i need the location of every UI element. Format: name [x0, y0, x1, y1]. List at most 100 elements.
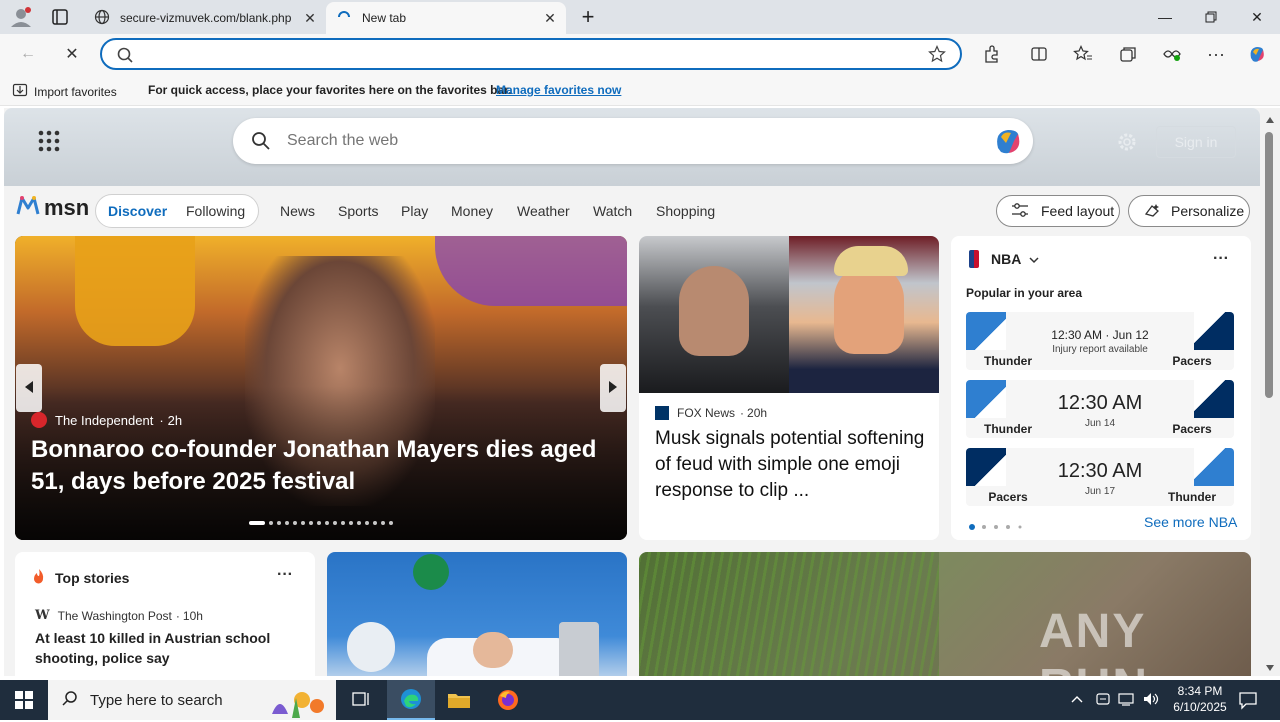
extensions-icon[interactable]	[975, 38, 1007, 70]
web-search-input[interactable]	[287, 130, 967, 152]
msn-page: Sign in msn Discover Following News Spor…	[4, 108, 1260, 676]
story-card-bedroom[interactable]	[327, 552, 627, 676]
story2-headline[interactable]: Musk signals potential softening of feud…	[655, 426, 931, 504]
back-icon[interactable]: ←	[12, 38, 44, 70]
edge-taskbar-icon[interactable]	[387, 680, 435, 720]
windows-start-icon[interactable]	[0, 680, 48, 720]
team-away: Thunder	[1168, 490, 1216, 504]
hero-headline[interactable]: Bonnaroo co-founder Jonathan Mayers dies…	[31, 434, 621, 498]
top-stories-title: Top stories	[55, 569, 130, 586]
thunder-logo-icon	[1194, 448, 1234, 486]
nba-game-2[interactable]: Thunder Pacers 12:30 AM Jun 14	[966, 380, 1234, 438]
favorites-icon[interactable]	[1067, 38, 1099, 70]
search-icon	[251, 131, 271, 154]
scroll-down-icon[interactable]	[1265, 660, 1275, 675]
msn-logo[interactable]: msn	[16, 194, 89, 221]
scrollbar-thumb[interactable]	[1265, 132, 1273, 398]
network-drive-icon[interactable]	[1096, 691, 1110, 710]
carousel-dots[interactable]	[269, 521, 401, 525]
network-icon[interactable]	[1118, 691, 1136, 710]
import-favorites-button[interactable]: Import favorites	[12, 82, 117, 101]
restore-icon[interactable]	[1188, 0, 1234, 34]
msn-butterfly-icon	[16, 194, 40, 221]
scroll-up-icon[interactable]	[1265, 112, 1275, 127]
story2-age: 20h	[747, 406, 768, 420]
profile-icon[interactable]	[8, 5, 34, 29]
game-date: Jun 17	[1084, 486, 1116, 497]
collections-icon[interactable]	[1112, 38, 1144, 70]
tab-actions-icon[interactable]	[48, 7, 72, 27]
carousel-prev-button[interactable]	[16, 364, 42, 412]
navigation-bar: ← ✕ ···	[0, 34, 1280, 74]
close-window-icon[interactable]: ✕	[1234, 0, 1280, 34]
copilot-icon[interactable]	[1241, 38, 1273, 70]
pacers-logo-icon	[966, 448, 1006, 486]
hero-source: The Independent · 2h	[31, 412, 182, 428]
close-tab-icon[interactable]: ✕	[540, 10, 560, 27]
story-card-musk[interactable]: FOX News · 20h Musk signals potential so…	[639, 236, 939, 540]
tab-discover[interactable]: Discover	[108, 203, 167, 219]
manage-favorites-link[interactable]: Manage favorites now	[496, 83, 621, 97]
team-away: Pacers	[1172, 354, 1212, 368]
clock[interactable]: 8:34 PM 6/10/2025	[1168, 683, 1232, 715]
minimize-icon[interactable]: —	[1142, 0, 1188, 34]
story-image-shape	[679, 266, 749, 356]
nav-shopping[interactable]: Shopping	[656, 203, 715, 219]
taskbar-search-box[interactable]: Type here to search	[48, 680, 336, 720]
sign-in-button[interactable]: Sign in	[1156, 126, 1236, 158]
game-date: Jun 14	[1084, 418, 1116, 429]
sparkle-icon	[1143, 202, 1161, 221]
nba-game-1[interactable]: Thunder Pacers 12:30 AM · Jun 12 Injury …	[966, 312, 1234, 370]
nav-play[interactable]: Play	[401, 203, 428, 219]
anyrun-watermark: ANY RUN	[1039, 605, 1147, 676]
carousel-indicator-active[interactable]	[249, 521, 265, 525]
favorite-star-icon[interactable]	[928, 45, 946, 66]
feed-layout-button[interactable]: Feed layout	[996, 195, 1120, 227]
address-input[interactable]	[148, 44, 908, 64]
notifications-icon[interactable]	[1238, 690, 1258, 713]
nav-money[interactable]: Money	[451, 203, 493, 219]
story-card-grass[interactable]: ANY RUN	[639, 552, 1251, 676]
nav-watch[interactable]: Watch	[593, 203, 632, 219]
carousel-next-button[interactable]	[600, 364, 626, 412]
nba-header[interactable]: NBA	[969, 250, 1039, 268]
tab-following[interactable]: Following	[186, 203, 245, 219]
new-tab-icon[interactable]: +	[576, 5, 600, 29]
nba-logo-icon	[969, 250, 979, 268]
file-explorer-icon[interactable]	[435, 680, 483, 720]
apps-grid-icon[interactable]	[38, 130, 60, 155]
hero-carousel[interactable]: The Independent · 2h Bonnaroo co-founder…	[15, 236, 627, 540]
stop-icon[interactable]: ✕	[56, 38, 88, 70]
address-bar[interactable]	[100, 38, 962, 70]
clock-time: 8:34 PM	[1177, 684, 1223, 698]
see-more-nba-link[interactable]: See more NBA	[1144, 514, 1237, 530]
task-view-icon[interactable]	[337, 680, 385, 720]
top-stories-more-icon[interactable]: ···	[277, 566, 293, 584]
browser-essentials-icon[interactable]	[1156, 38, 1188, 70]
split-screen-icon[interactable]	[1023, 38, 1055, 70]
title-bar: secure-vizmuvek.com/blank.php ✕ New tab …	[0, 0, 1280, 34]
show-hidden-icons-icon[interactable]	[1070, 692, 1084, 707]
story-image-shape	[639, 552, 939, 676]
web-search-box[interactable]	[233, 118, 1033, 164]
personalize-button[interactable]: Personalize	[1128, 195, 1250, 227]
tab-secure-vizmuvek[interactable]: secure-vizmuvek.com/blank.php ✕	[84, 2, 326, 34]
taskbar-search-placeholder: Type here to search	[90, 691, 223, 709]
copilot-icon[interactable]	[991, 124, 1025, 161]
story-image-shape	[347, 622, 395, 672]
page-scrollbar[interactable]	[1260, 108, 1280, 676]
nav-weather[interactable]: Weather	[517, 203, 570, 219]
nba-pager[interactable]	[969, 519, 1027, 530]
nav-sports[interactable]: Sports	[338, 203, 378, 219]
chevron-right-icon	[608, 380, 618, 397]
settings-gear-icon[interactable]	[1116, 131, 1138, 156]
nba-game-3[interactable]: Pacers Thunder 12:30 AM Jun 17	[966, 448, 1234, 506]
tab-new-tab[interactable]: New tab ✕	[326, 2, 566, 34]
close-tab-icon[interactable]: ✕	[300, 10, 320, 27]
firefox-icon[interactable]	[484, 680, 532, 720]
nav-news[interactable]: News	[280, 203, 315, 219]
top-story-headline[interactable]: At least 10 killed in Austrian school sh…	[35, 628, 295, 668]
nba-more-options-icon[interactable]: ···	[1213, 250, 1229, 268]
more-options-icon[interactable]: ···	[1200, 38, 1232, 70]
volume-icon[interactable]	[1142, 691, 1160, 710]
